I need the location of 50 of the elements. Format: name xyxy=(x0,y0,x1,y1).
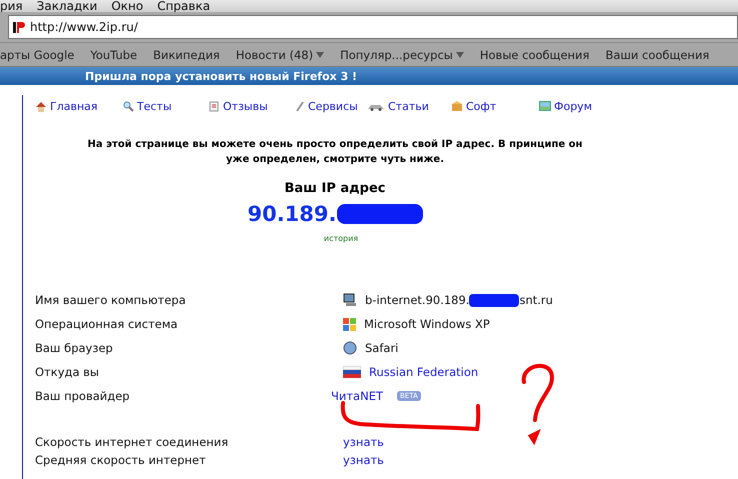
nav-link[interactable]: Отзывы xyxy=(209,100,295,112)
redaction-mark xyxy=(469,294,520,306)
info-label: Средняя скорость интернет xyxy=(35,452,207,469)
notepad-icon xyxy=(209,100,220,112)
house-icon xyxy=(35,100,47,112)
info-value: b-internet.90.189. xyxy=(365,293,470,307)
info-link[interactable]: узнать xyxy=(343,451,738,469)
banner-text[interactable]: Пришла пора установить новый Firefox 3 ! xyxy=(85,70,358,82)
address-field[interactable]: http://www.2ip.ru/ xyxy=(8,15,738,39)
dropdown-arrow-icon xyxy=(316,52,324,58)
info-label: Ваш браузер xyxy=(35,340,114,357)
box-icon xyxy=(451,100,463,112)
menu-item[interactable]: Окно xyxy=(111,0,144,12)
bookmark[interactable]: Википедия xyxy=(153,48,220,62)
flag-icon xyxy=(343,366,361,378)
info-label: Имя вашего компьютера xyxy=(35,292,187,309)
bookmark[interactable]: Новости (48) xyxy=(236,48,324,62)
bookmark[interactable]: Популяр...ресурсы xyxy=(340,48,464,62)
site-logo-icon xyxy=(13,20,25,34)
menu-item[interactable]: Закладки xyxy=(36,0,98,12)
info-link[interactable]: Russian Federation xyxy=(369,365,478,379)
bookmark[interactable]: арты Google xyxy=(0,48,74,62)
history-link[interactable]: история xyxy=(324,234,358,243)
bookmark[interactable]: YouTube xyxy=(90,48,138,62)
pen-icon xyxy=(295,100,305,112)
compass-icon xyxy=(343,341,357,355)
info-label: Откуда вы xyxy=(35,364,100,381)
info-link[interactable]: ЧитаNET xyxy=(331,389,383,403)
nav-link[interactable]: Тесты xyxy=(123,100,209,112)
nav-link[interactable]: Сервисы xyxy=(295,100,367,112)
info-value: Safari xyxy=(365,341,398,355)
magnifier-icon xyxy=(123,100,134,112)
info-value: Microsoft Windows XP xyxy=(364,317,490,331)
info-value: snt.ru xyxy=(519,293,553,307)
nav-link[interactable]: Главная xyxy=(35,100,123,112)
picture-icon xyxy=(539,101,551,111)
info-label: Скорость интернет соединения xyxy=(35,434,230,451)
bookmark[interactable]: Ваши сообщения xyxy=(605,48,710,62)
intro-text: На этой странице вы можете очень просто определить свой IP адрес. В принципе он уже определен, смотрите чуть ниже. xyxy=(86,138,584,167)
nav-link[interactable]: Статьи xyxy=(367,100,451,112)
info-label: Операционная система xyxy=(35,316,179,333)
nav-link[interactable]: Форум xyxy=(539,100,609,112)
dropdown-arrow-icon xyxy=(456,52,464,58)
info-link[interactable]: узнать xyxy=(343,433,738,451)
ip-address: 90.189. xyxy=(247,202,336,226)
bookmark[interactable]: Новые сообщения xyxy=(480,48,590,62)
windows-logo-icon xyxy=(343,318,356,330)
nav-link[interactable]: Софт xyxy=(451,100,539,112)
computer-icon xyxy=(343,293,357,307)
ip-heading: Ваш IP адрес xyxy=(284,181,386,196)
